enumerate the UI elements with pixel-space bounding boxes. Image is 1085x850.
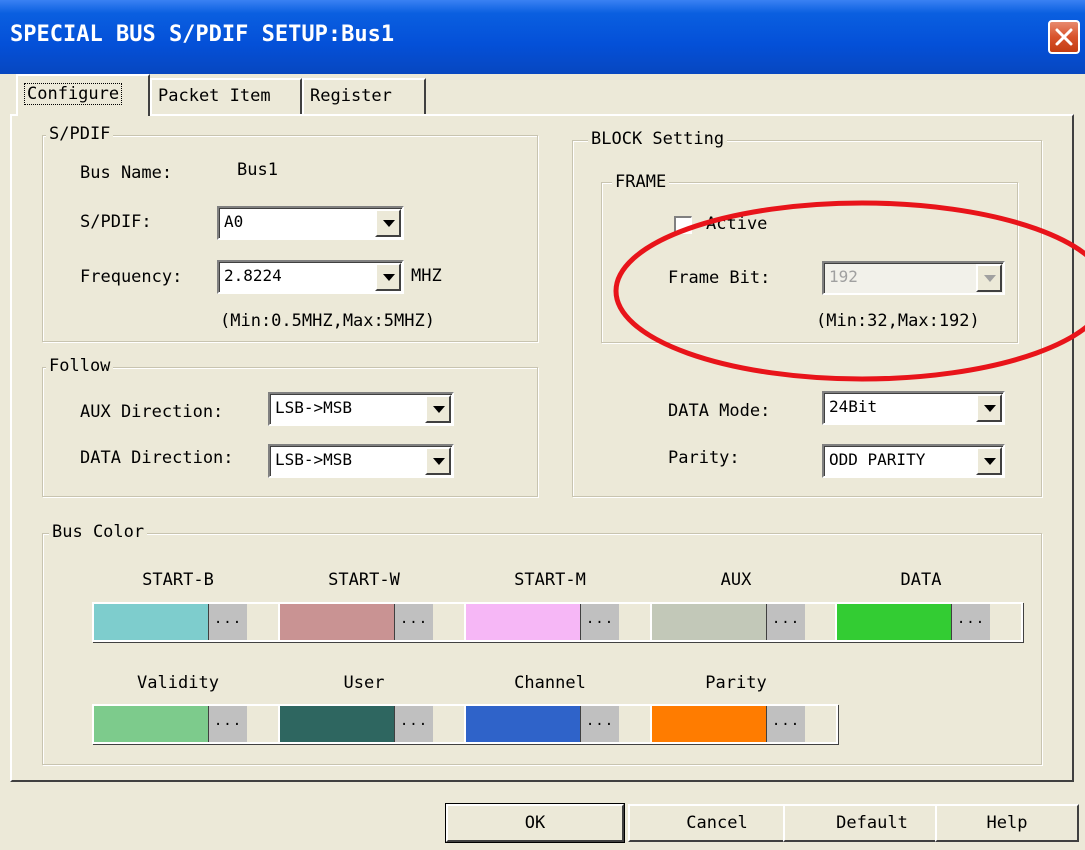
block-setting-title: BLOCK Setting	[588, 129, 728, 149]
color-label-channel: Channel	[514, 673, 586, 693]
close-icon	[1055, 28, 1073, 46]
aux-direction-label: AUX Direction:	[80, 402, 224, 422]
color-picker-button-aux[interactable]: ...	[766, 604, 836, 640]
aux-direction-value: LSB->MSB	[275, 398, 353, 417]
tab-packet-item[interactable]: Packet Item	[150, 78, 302, 114]
help-button[interactable]: Help	[935, 804, 1079, 842]
chevron-down-icon[interactable]	[976, 394, 1002, 422]
data-mode-label: DATA Mode:	[668, 401, 771, 421]
color-fill-data	[837, 604, 951, 640]
data-direction-label: DATA Direction:	[80, 448, 234, 468]
frame-bit-select[interactable]: 192	[822, 261, 1005, 295]
chevron-down-icon[interactable]	[375, 263, 401, 291]
color-label-start-b: START-B	[142, 570, 214, 590]
ellipsis-icon: ...	[213, 713, 243, 729]
color-swatch-parity[interactable]: ...	[650, 704, 838, 744]
color-swatch-channel[interactable]: ...	[464, 704, 652, 744]
data-mode-value: 24Bit	[829, 397, 878, 416]
color-label-data: DATA	[900, 570, 942, 590]
color-swatch-user[interactable]: ...	[278, 704, 466, 744]
color-label-user: User	[343, 673, 385, 693]
aux-direction-select[interactable]: LSB->MSB	[268, 392, 454, 426]
frequency-unit: MHZ	[411, 266, 442, 286]
color-picker-button-start-m[interactable]: ...	[580, 604, 650, 640]
ellipsis-icon: ...	[771, 611, 801, 627]
active-checkbox[interactable]	[674, 216, 692, 234]
color-swatch-data[interactable]: ...	[835, 602, 1023, 642]
frequency-select-value: 2.8224	[224, 266, 282, 285]
color-picker-button-data[interactable]: ...	[951, 604, 1021, 640]
tab-configure[interactable]: Configure	[16, 74, 150, 116]
chevron-down-icon[interactable]	[976, 447, 1002, 475]
color-picker-button-parity[interactable]: ...	[766, 706, 836, 742]
color-fill-validity	[94, 706, 208, 742]
tab-register[interactable]: Register	[302, 78, 426, 114]
color-label-aux: AUX	[720, 570, 752, 590]
color-fill-parity	[652, 706, 766, 742]
chevron-down-icon[interactable]	[425, 447, 451, 475]
chevron-down-icon[interactable]	[375, 209, 401, 237]
ellipsis-icon: ...	[956, 611, 986, 627]
ok-button[interactable]: OK	[445, 803, 625, 843]
chevron-down-icon[interactable]	[425, 395, 451, 423]
cancel-button[interactable]: Cancel	[628, 804, 806, 842]
frame-bit-label: Frame Bit:	[668, 268, 771, 288]
frequency-select[interactable]: 2.8224	[217, 260, 404, 294]
color-fill-start-m	[466, 604, 580, 640]
color-picker-button-user[interactable]: ...	[394, 706, 464, 742]
parity-select-value: ODD PARITY	[829, 450, 926, 469]
color-label-start-w: START-W	[328, 570, 400, 590]
ellipsis-icon: ...	[771, 713, 801, 729]
spdif-group-title: S/PDIF	[46, 124, 114, 144]
tab-configure-label: Configure	[24, 83, 123, 105]
frame-group-title: FRAME	[612, 172, 670, 192]
title-bar: SPECIAL BUS S/PDIF SETUP:Bus1	[0, 0, 1085, 74]
frame-bit-range: (Min:32,Max:192)	[816, 311, 980, 331]
ellipsis-icon: ...	[399, 611, 429, 627]
color-swatch-aux[interactable]: ...	[650, 602, 838, 642]
color-fill-start-w	[280, 604, 394, 640]
color-label-start-m: START-M	[514, 570, 586, 590]
ellipsis-icon: ...	[399, 713, 429, 729]
color-fill-channel	[466, 706, 580, 742]
frequency-range: (Min:0.5MHZ,Max:5MHZ)	[220, 311, 435, 331]
frame-bit-value: 192	[829, 267, 858, 286]
ellipsis-icon: ...	[213, 611, 243, 627]
spdif-select[interactable]: A0	[217, 206, 404, 240]
color-label-validity: Validity	[137, 673, 219, 693]
active-label: Active	[706, 214, 768, 234]
color-swatch-validity[interactable]: ...	[92, 704, 280, 744]
close-button[interactable]	[1048, 20, 1080, 54]
ellipsis-icon: ...	[585, 713, 615, 729]
frequency-label: Frequency:	[80, 267, 183, 287]
parity-label: Parity:	[668, 448, 740, 468]
color-label-parity: Parity	[705, 673, 767, 693]
spdif-label: S/PDIF:	[80, 212, 152, 232]
chevron-down-icon[interactable]	[976, 264, 1002, 292]
follow-group-title: Follow	[46, 356, 114, 376]
bus-name-value: Bus1	[237, 160, 278, 180]
color-fill-aux	[652, 604, 766, 640]
color-swatch-start-m[interactable]: ...	[464, 602, 652, 642]
data-direction-select[interactable]: LSB->MSB	[268, 444, 454, 478]
data-mode-select[interactable]: 24Bit	[822, 391, 1005, 425]
bus-color-title: Bus Color	[49, 522, 148, 542]
color-picker-button-validity[interactable]: ...	[208, 706, 278, 742]
color-fill-start-b	[94, 604, 208, 640]
color-picker-button-channel[interactable]: ...	[580, 706, 650, 742]
color-swatch-start-b[interactable]: ...	[92, 602, 280, 642]
bus-name-label: Bus Name:	[80, 163, 173, 183]
spdif-select-value: A0	[224, 212, 244, 231]
ellipsis-icon: ...	[585, 611, 615, 627]
color-swatch-start-w[interactable]: ...	[278, 602, 466, 642]
color-picker-button-start-b[interactable]: ...	[208, 604, 278, 640]
data-direction-value: LSB->MSB	[275, 450, 353, 469]
color-fill-user	[280, 706, 394, 742]
color-picker-button-start-w[interactable]: ...	[394, 604, 464, 640]
window-title: SPECIAL BUS S/PDIF SETUP:Bus1	[10, 22, 395, 47]
parity-select[interactable]: ODD PARITY	[822, 444, 1005, 478]
